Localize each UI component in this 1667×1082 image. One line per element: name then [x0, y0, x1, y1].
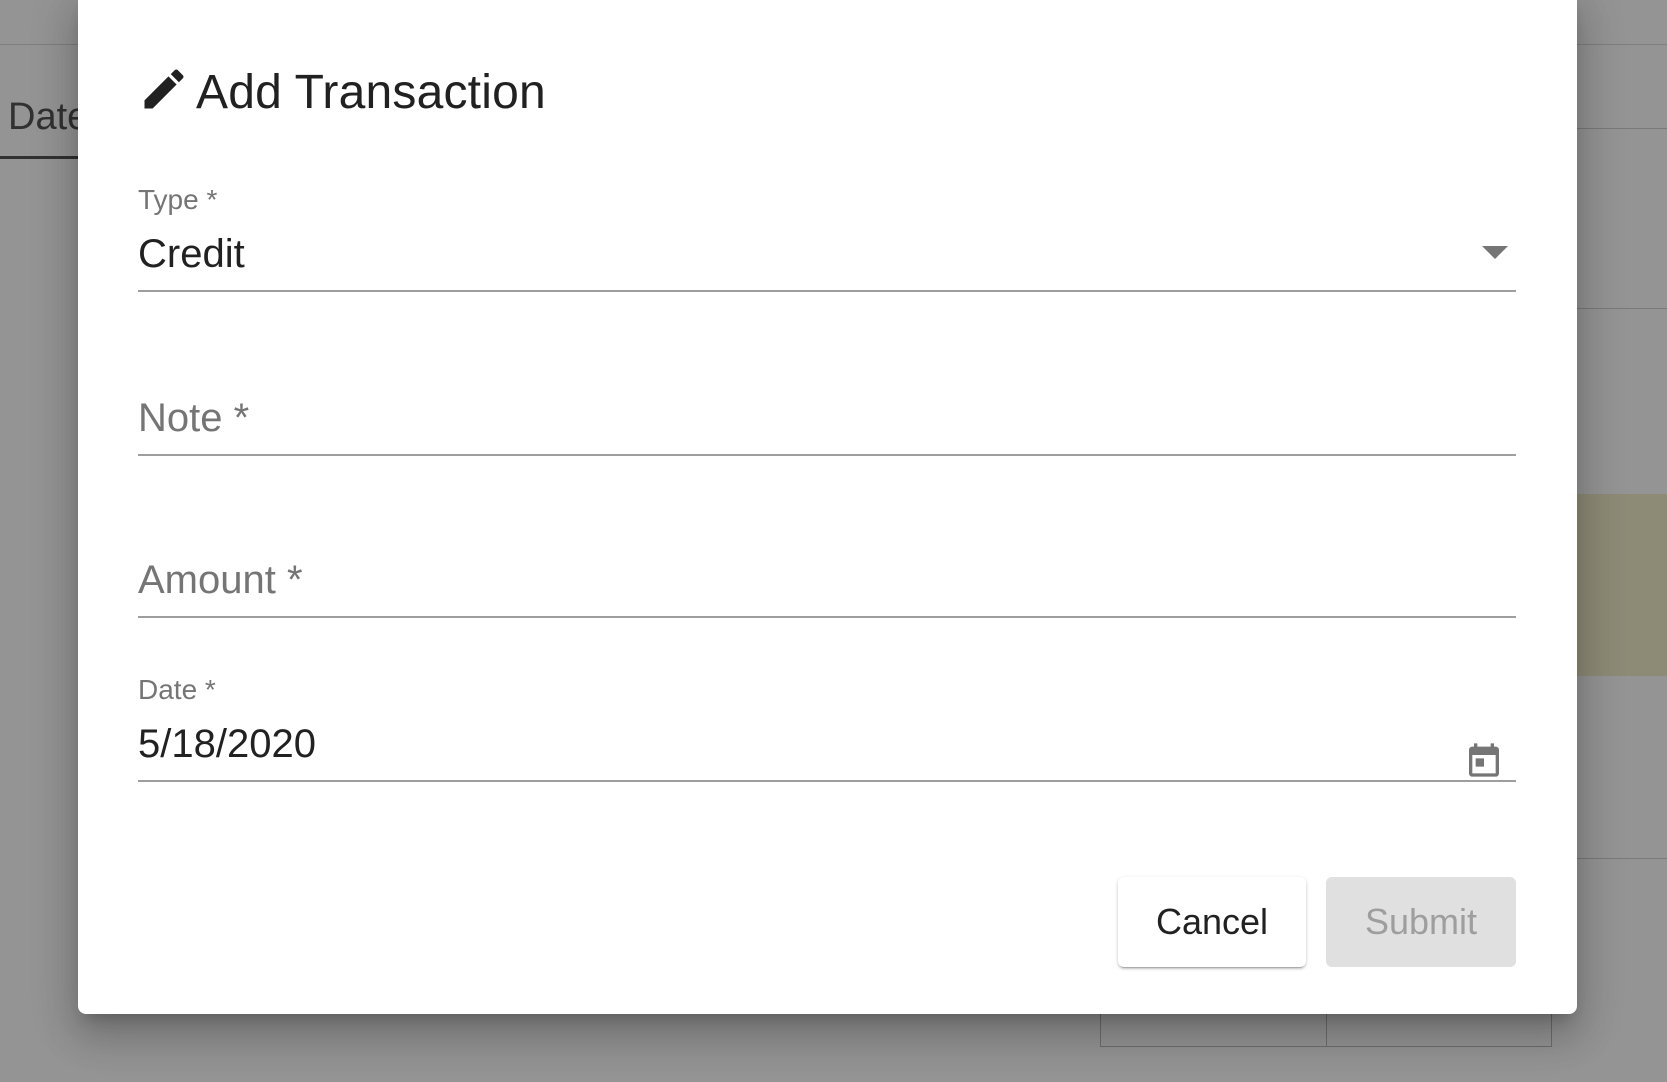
calendar-icon[interactable] — [1464, 740, 1504, 780]
date-underline — [138, 780, 1516, 782]
add-transaction-dialog: Add Transaction Type * Credit Note * Amo… — [78, 0, 1577, 1014]
amount-label: Amount * — [138, 558, 303, 602]
chevron-down-icon[interactable] — [1482, 246, 1508, 259]
date-field[interactable]: Date * 5/18/2020 — [138, 670, 1516, 782]
date-label: Date * — [138, 674, 216, 705]
amount-underline — [138, 616, 1516, 618]
type-label: Type * — [138, 184, 218, 215]
note-underline — [138, 454, 1516, 456]
dialog-title: Add Transaction — [138, 62, 546, 122]
submit-button[interactable]: Submit — [1326, 877, 1516, 967]
dialog-title-text: Add Transaction — [196, 65, 546, 119]
cancel-button[interactable]: Cancel — [1118, 877, 1306, 967]
type-underline — [138, 290, 1516, 292]
type-value: Credit — [138, 232, 245, 276]
note-label: Note * — [138, 396, 250, 440]
type-select[interactable]: Type * Credit — [138, 180, 1516, 292]
pencil-icon — [144, 69, 184, 109]
date-value[interactable]: 5/18/2020 — [138, 722, 316, 767]
note-field[interactable]: Note * — [138, 344, 1516, 456]
amount-field[interactable]: Amount * — [138, 506, 1516, 618]
